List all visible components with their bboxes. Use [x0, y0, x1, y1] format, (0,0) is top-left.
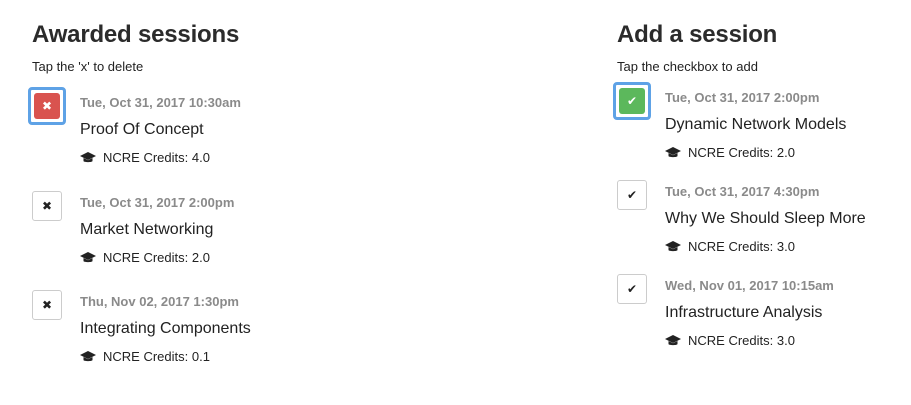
- session-credits-label: NCRE Credits: 3.0: [688, 239, 795, 254]
- session-credits-label: NCRE Credits: 2.0: [688, 145, 795, 160]
- session-credits: NCRE Credits: 0.1: [80, 349, 210, 364]
- session-date: Tue, Oct 31, 2017 2:00pm: [80, 195, 235, 210]
- graduation-cap-icon: [80, 151, 96, 162]
- add-checkbox[interactable]: ✔: [613, 82, 651, 120]
- graduation-cap-icon: [80, 251, 96, 262]
- close-icon: ✖: [41, 199, 53, 213]
- graduation-cap-icon: [665, 240, 681, 251]
- available-session-item: ✔ Tue, Oct 31, 2017 4:30pm Why We Should…: [617, 180, 907, 270]
- session-credits: NCRE Credits: 2.0: [80, 250, 210, 265]
- session-title: Market Networking: [80, 221, 214, 238]
- session-credits-label: NCRE Credits: 4.0: [103, 150, 210, 165]
- session-date: Wed, Nov 01, 2017 10:15am: [665, 278, 834, 293]
- awarded-sessions-hint: Tap the 'x' to delete: [32, 59, 144, 74]
- check-icon: ✔: [626, 188, 638, 202]
- graduation-cap-icon: [80, 350, 96, 361]
- session-title: Infrastructure Analysis: [665, 304, 823, 321]
- available-session-item: ✔ Tue, Oct 31, 2017 2:00pm Dynamic Netwo…: [613, 82, 907, 176]
- session-title: Proof Of Concept: [80, 121, 204, 138]
- add-checkbox[interactable]: ✔: [617, 274, 647, 304]
- session-credits: NCRE Credits: 3.0: [665, 239, 795, 254]
- session-date: Tue, Oct 31, 2017 10:30am: [80, 95, 241, 110]
- awarded-sessions-heading: Awarded sessions: [32, 21, 240, 48]
- session-credits: NCRE Credits: 2.0: [665, 145, 795, 160]
- graduation-cap-icon: [665, 334, 681, 345]
- session-title: Integrating Components: [80, 320, 251, 337]
- close-icon: ✖: [41, 298, 53, 312]
- check-icon: ✔: [619, 88, 645, 114]
- session-date: Tue, Oct 31, 2017 4:30pm: [665, 184, 820, 199]
- session-title: Dynamic Network Models: [665, 116, 847, 133]
- delete-button[interactable]: ✖: [32, 191, 62, 221]
- add-checkbox[interactable]: ✔: [617, 180, 647, 210]
- close-icon: ✖: [34, 93, 60, 119]
- session-credits-label: NCRE Credits: 3.0: [688, 333, 795, 348]
- awarded-session-item: ✖ Tue, Oct 31, 2017 2:00pm Market Networ…: [32, 191, 552, 281]
- session-date: Thu, Nov 02, 2017 1:30pm: [80, 294, 239, 309]
- graduation-cap-icon: [665, 146, 681, 157]
- delete-button[interactable]: ✖: [32, 290, 62, 320]
- session-title: Why We Should Sleep More: [665, 210, 866, 227]
- delete-button[interactable]: ✖: [28, 87, 66, 125]
- add-session-hint: Tap the checkbox to add: [617, 59, 758, 74]
- available-session-item: ✔ Wed, Nov 01, 2017 10:15am Infrastructu…: [617, 274, 907, 364]
- add-session-heading: Add a session: [617, 21, 778, 48]
- session-credits-label: NCRE Credits: 2.0: [103, 250, 210, 265]
- session-credits-label: NCRE Credits: 0.1: [103, 349, 210, 364]
- awarded-session-item: ✖ Thu, Nov 02, 2017 1:30pm Integrating C…: [32, 290, 552, 380]
- awarded-session-item: ✖ Tue, Oct 31, 2017 10:30am Proof Of Con…: [28, 87, 552, 181]
- session-credits: NCRE Credits: 4.0: [80, 150, 210, 165]
- session-credits: NCRE Credits: 3.0: [665, 333, 795, 348]
- session-date: Tue, Oct 31, 2017 2:00pm: [665, 90, 820, 105]
- check-icon: ✔: [626, 282, 638, 296]
